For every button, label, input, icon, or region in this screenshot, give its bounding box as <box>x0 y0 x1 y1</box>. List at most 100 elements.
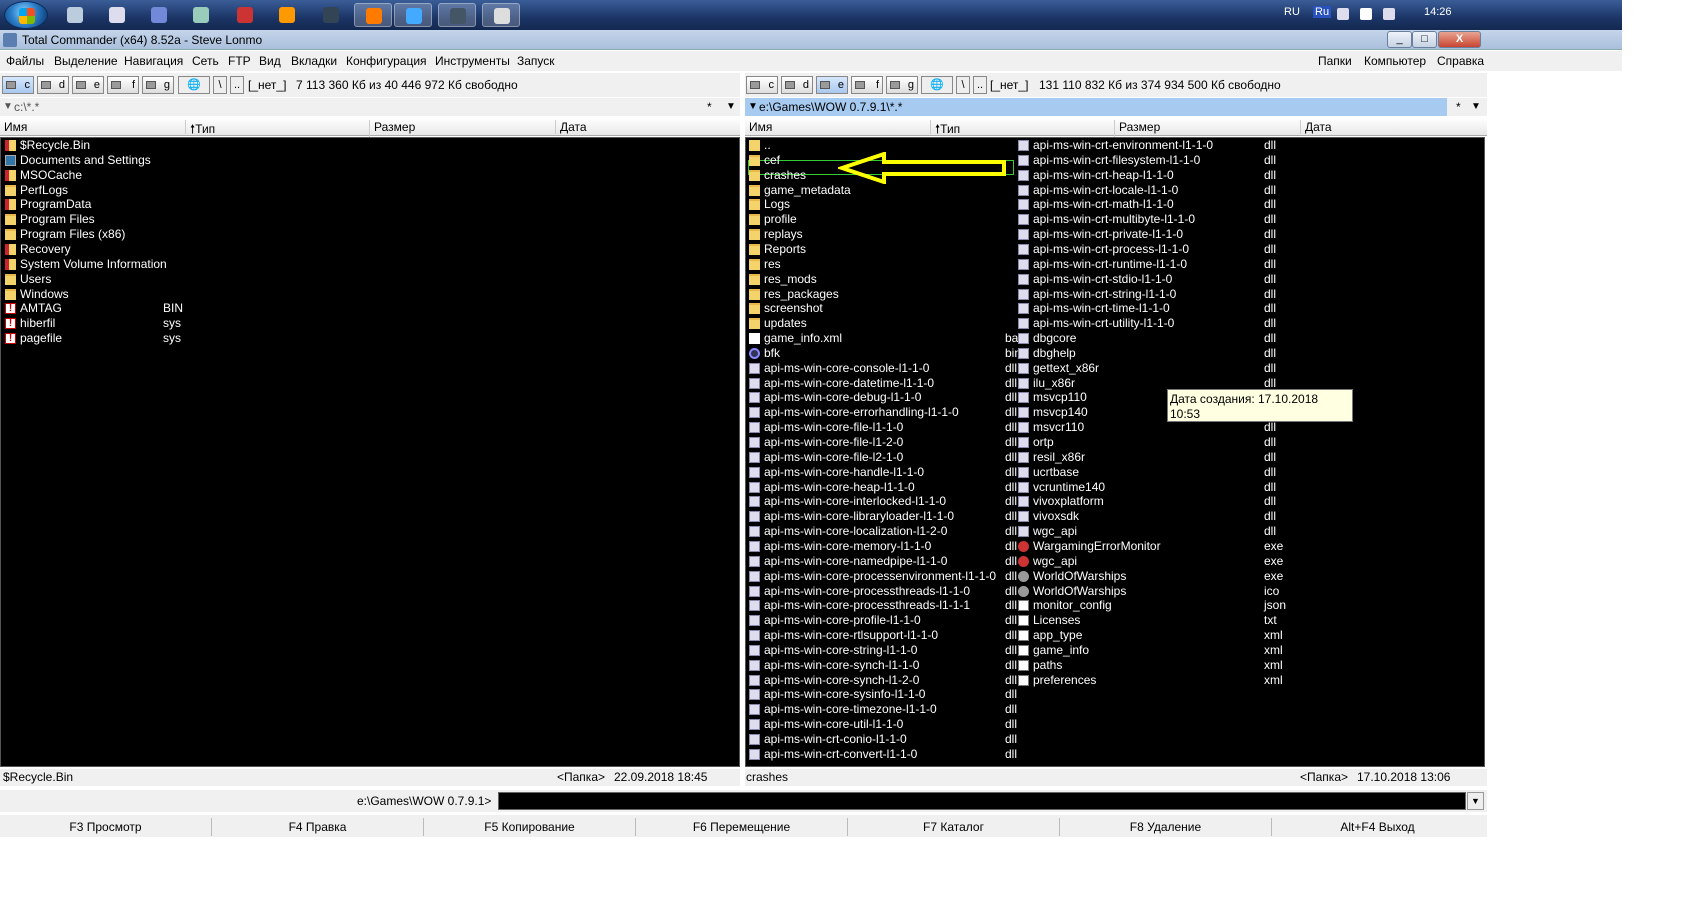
f6-move-button[interactable]: F6 Перемещение <box>635 818 847 836</box>
file-row[interactable]: gettext_x86r dll <box>1018 361 1288 376</box>
flag-icon[interactable] <box>1360 8 1372 20</box>
file-row[interactable]: vivoxsdk dll <box>1018 509 1288 524</box>
file-row[interactable]: WorldOfWarships exe <box>1018 569 1288 584</box>
favorites-star-icon[interactable]: * <box>707 98 712 116</box>
f8-delete-button[interactable]: F8 Удаление <box>1059 818 1271 836</box>
f4-edit-button[interactable]: F4 Правка <box>211 818 423 836</box>
file-row[interactable]: dbghelp dll <box>1018 346 1288 361</box>
file-row[interactable]: Reports <box>749 242 1019 257</box>
file-row[interactable]: api-ms-win-core-namedpipe-l1-1-0 dll <box>749 554 1019 569</box>
file-row[interactable]: res_mods <box>749 272 1019 287</box>
maximize-button[interactable]: □ <box>1412 31 1437 48</box>
menu-folders[interactable]: Папки <box>1318 54 1352 68</box>
file-row[interactable]: Licenses txt <box>1018 613 1288 628</box>
file-row[interactable]: PerfLogs <box>5 183 205 198</box>
discord-icon[interactable] <box>140 3 178 27</box>
file-row[interactable]: Logs <box>749 197 1019 212</box>
file-row[interactable]: Documents and Settings <box>5 153 205 168</box>
f7-mkdir-button[interactable]: F7 Каталог <box>847 818 1059 836</box>
history-dropdown-icon[interactable]: ▼ <box>3 98 13 116</box>
file-row[interactable]: api-ms-win-crt-convert-l1-1-0 dll <box>749 747 1019 762</box>
command-line-input[interactable] <box>498 792 1466 810</box>
file-row[interactable]: api-ms-win-crt-utility-l1-1-0 dll <box>1018 316 1288 331</box>
menu-selection[interactable]: Выделение <box>54 54 118 68</box>
speedometer-icon[interactable] <box>226 3 264 27</box>
file-row[interactable]: hiberfil sys <box>5 316 205 331</box>
file-row[interactable]: api-ms-win-core-file-l1-2-0 dll <box>749 435 1019 450</box>
file-row[interactable]: api-ms-win-core-processenvironment-l1-1-… <box>749 569 1019 584</box>
menu-help[interactable]: Справка <box>1437 54 1484 68</box>
file-row[interactable]: api-ms-win-core-timezone-l1-1-0 dll <box>749 702 1019 717</box>
total-commander-icon[interactable] <box>3 33 17 47</box>
file-row[interactable]: AMTAG BIN <box>5 301 205 316</box>
file-row[interactable]: app_type xml <box>1018 628 1288 643</box>
menu-configuration[interactable]: Конфигурация <box>346 54 427 68</box>
file-row[interactable]: pagefile sys <box>5 331 205 346</box>
menu-tabs[interactable]: Вкладки <box>291 54 337 68</box>
drive-e-button[interactable]: e <box>816 76 848 94</box>
file-row[interactable]: updates <box>749 316 1019 331</box>
file-row[interactable]: api-ms-win-crt-stdio-l1-1-0 dll <box>1018 272 1288 287</box>
header-size[interactable]: Размер <box>370 120 556 134</box>
file-row[interactable]: vcruntime140 dll <box>1018 480 1288 495</box>
file-row[interactable]: api-ms-win-core-debug-l1-1-0 dll <box>749 390 1019 405</box>
drive-c-button[interactable]: c <box>2 76 34 94</box>
file-row[interactable]: res <box>749 257 1019 272</box>
header-name[interactable]: Имя <box>0 120 186 134</box>
close-button[interactable]: X <box>1438 31 1481 48</box>
menu-computer[interactable]: Компьютер <box>1364 54 1426 68</box>
file-row[interactable]: api-ms-win-core-interlocked-l1-1-0 dll <box>749 494 1019 509</box>
file-row[interactable]: api-ms-win-core-file-l1-1-0 dll <box>749 420 1019 435</box>
world-of-warships-icon[interactable] <box>312 3 350 27</box>
file-row[interactable]: api-ms-win-core-handle-l1-1-0 dll <box>749 465 1019 480</box>
menu-network[interactable]: Сеть <box>192 54 219 68</box>
shield-icon[interactable] <box>182 3 220 27</box>
file-row[interactable]: api-ms-win-core-file-l2-1-0 dll <box>749 450 1019 465</box>
file-row[interactable]: screenshot <box>749 301 1019 316</box>
file-row[interactable]: api-ms-win-core-heap-l1-1-0 dll <box>749 480 1019 495</box>
minimize-button[interactable]: _ <box>1387 31 1412 48</box>
file-row[interactable]: api-ms-win-core-util-l1-1-0 dll <box>749 717 1019 732</box>
favorites-star-icon[interactable]: * <box>1456 98 1461 116</box>
file-row[interactable]: ucrtbase dll <box>1018 465 1288 480</box>
file-row[interactable]: WargamingErrorMonitor exe <box>1018 539 1288 554</box>
network-drive-button[interactable]: 🌐 <box>921 76 953 94</box>
file-row[interactable]: crashes <box>749 168 1019 183</box>
menu-tools[interactable]: Инструменты <box>435 54 510 68</box>
drive-c-button[interactable]: c <box>746 76 778 94</box>
file-row[interactable]: api-ms-win-crt-time-l1-1-0 dll <box>1018 301 1288 316</box>
file-row[interactable]: bfk bin <box>749 346 1021 361</box>
file-row[interactable]: Windows <box>5 287 205 302</box>
file-row[interactable]: api-ms-win-crt-string-l1-1-0 dll <box>1018 287 1288 302</box>
media-player-icon[interactable] <box>268 3 306 27</box>
language-indicator[interactable]: RU <box>1284 6 1300 18</box>
drive-d-button[interactable]: d <box>781 76 813 94</box>
menu-ftp[interactable]: FTP <box>228 54 251 68</box>
parent-dir-button[interactable]: .. <box>230 76 244 94</box>
keyboard-layout-indicator[interactable]: Ru <box>1313 6 1332 18</box>
internet-explorer-icon[interactable] <box>394 3 432 27</box>
parent-dir-button[interactable]: .. <box>973 76 987 94</box>
file-row[interactable]: MSOCache <box>5 168 205 183</box>
history-dropdown-icon[interactable]: ▼ <box>748 98 758 116</box>
firefox-icon[interactable] <box>354 3 392 27</box>
root-button[interactable]: \ <box>213 76 227 94</box>
header-date[interactable]: Дата <box>556 120 740 134</box>
header-size[interactable]: Размер <box>1115 120 1301 134</box>
file-row[interactable]: api-ms-win-core-synch-l1-1-0 dll <box>749 658 1019 673</box>
menu-navigation[interactable]: Навигация <box>124 54 183 68</box>
drive-d-button[interactable]: d <box>37 76 69 94</box>
floppy-disk-icon[interactable] <box>482 3 520 27</box>
file-row[interactable]: api-ms-win-crt-multibyte-l1-1-0 dll <box>1018 212 1288 227</box>
file-row[interactable]: api-ms-win-core-processthreads-l1-1-0 dll <box>749 584 1019 599</box>
file-row[interactable]: api-ms-win-core-errorhandling-l1-1-0 dll <box>749 405 1019 420</box>
file-row[interactable]: Program Files <box>5 212 205 227</box>
file-row[interactable]: game_metadata <box>749 183 1019 198</box>
world-of-warships-icon[interactable] <box>438 3 476 27</box>
file-row[interactable]: api-ms-win-core-string-l1-1-0 dll <box>749 643 1019 658</box>
root-button[interactable]: \ <box>956 76 970 94</box>
file-row[interactable]: api-ms-win-core-localization-l1-2-0 dll <box>749 524 1019 539</box>
file-row[interactable]: api-ms-win-crt-runtime-l1-1-0 dll <box>1018 257 1288 272</box>
dropdown-arrow-icon[interactable]: ▼ <box>1471 98 1481 116</box>
file-row[interactable]: cef <box>749 153 1019 168</box>
